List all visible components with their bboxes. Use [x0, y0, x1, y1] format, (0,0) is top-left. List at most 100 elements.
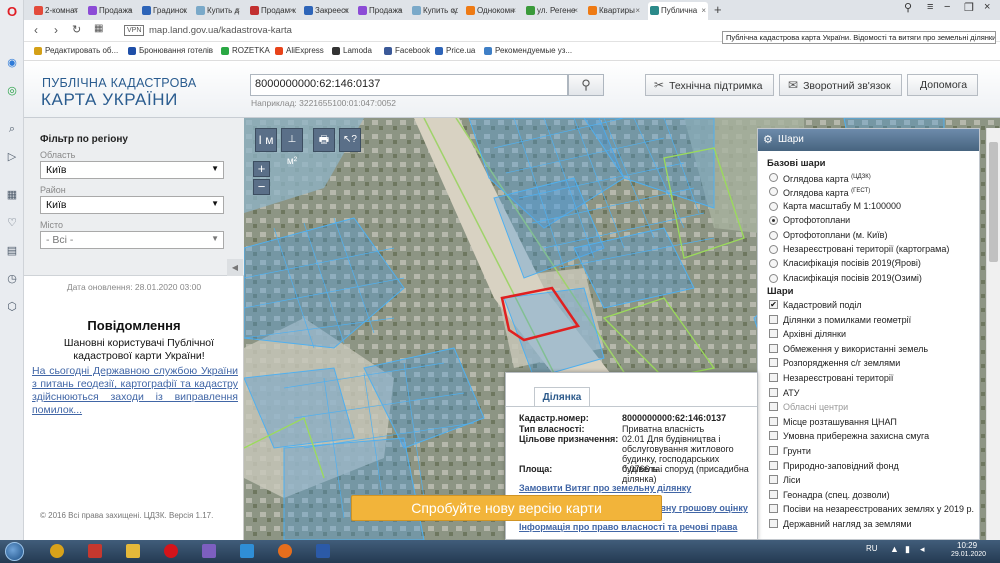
tabs-grid-icon[interactable]: ▦	[94, 23, 103, 34]
print-button[interactable]: 🖶	[313, 128, 335, 152]
chrome-taskbar-icon[interactable]	[40, 542, 74, 561]
menu-icon[interactable]: ≡	[927, 1, 933, 13]
checkbox[interactable]	[769, 446, 778, 455]
feedback-button[interactable]: ✉ Зворотний зв'язок	[779, 74, 902, 96]
history-icon[interactable]: ◷	[5, 272, 19, 286]
support-button[interactable]: ✂ Технічна підтримка	[645, 74, 774, 96]
overlay-layer-item[interactable]: Грунти	[769, 445, 811, 458]
heart-icon[interactable]: ♡	[5, 216, 19, 230]
base-layer-item[interactable]: Класифікація посівів 2019(Ярові)	[769, 257, 921, 270]
browser-tab[interactable]: Однокомн ×	[464, 2, 518, 20]
opera-taskbar-icon[interactable]	[154, 542, 188, 561]
tab-search-icon[interactable]: ⚲	[904, 1, 912, 14]
new-tab-button[interactable]: +	[714, 2, 722, 17]
checkbox[interactable]	[769, 504, 778, 514]
ownership-info-link[interactable]: Інформація про право власності та речові…	[519, 522, 737, 532]
overlay-layer-item[interactable]: Державний нагляд за землями	[769, 518, 912, 531]
tab-parcel[interactable]: Ділянка	[534, 387, 590, 407]
measure-length-button[interactable]: I м	[255, 128, 277, 152]
checkbox[interactable]	[769, 343, 778, 353]
base-layer-item[interactable]: Карта масштабу М 1:100000	[769, 200, 901, 213]
base-layer-item[interactable]: Незареєстровані території (картограма)	[769, 243, 949, 256]
overlay-layer-item[interactable]: Геонадра (спец. дозволи)	[769, 489, 890, 502]
bookmark-item[interactable]: Рекомендуемые уз...	[484, 46, 572, 55]
base-layer-item[interactable]: Класифікація посівів 2019(Озимі)	[769, 272, 922, 285]
overlay-layer-item[interactable]: Незареєстровані території	[769, 372, 893, 385]
explorer-taskbar-icon[interactable]	[116, 542, 150, 561]
browser-tab[interactable]: Купить од ×	[410, 2, 458, 20]
new-version-banner[interactable]: Спробуйте нову версію карти	[351, 495, 662, 521]
checkbox[interactable]	[769, 387, 778, 397]
overlay-layer-item[interactable]: Місце розташування ЦНАП	[769, 416, 897, 429]
opera-menu-icon[interactable]: O	[5, 5, 19, 19]
browser-tab[interactable]: Градинск ×	[140, 2, 188, 20]
forward-icon[interactable]: ›	[54, 23, 58, 37]
tab-close-icon[interactable]: ×	[181, 2, 186, 20]
base-layer-item[interactable]: Ортофотоплани (м. Київ)	[769, 229, 887, 242]
scrollbar-thumb[interactable]	[989, 142, 998, 262]
overlay-layer-item[interactable]: Ділянки з помилками геометрії	[769, 314, 911, 327]
base-layer-item[interactable]: Оглядова карта (ЦДЗК)	[769, 171, 871, 184]
browser-tab[interactable]: 2-комнат ×	[32, 2, 80, 20]
checkbox[interactable]	[769, 475, 778, 485]
radio-button[interactable]	[769, 201, 778, 211]
browser-tab[interactable]: Продажа ×	[356, 2, 404, 20]
layers-header[interactable]: ⚙ Шари	[758, 129, 979, 151]
overlay-layer-item[interactable]: Обмеження у використанні земель	[769, 343, 928, 356]
minimize-button[interactable]: −	[944, 1, 950, 13]
bookmark-item[interactable]: Редактировать об...	[34, 46, 118, 55]
search-icon[interactable]: ⌕	[5, 122, 19, 136]
overlay-layer-item[interactable]: ✔ Кадастровий поділ	[769, 299, 862, 312]
overlay-layer-item[interactable]: Розпорядження с/г землями	[769, 357, 900, 370]
measure-area-button[interactable]: ⊥ м²	[281, 128, 303, 167]
cadastre-search-input[interactable]: 8000000000:62:146:0137	[250, 74, 568, 96]
tab-close-icon[interactable]: ×	[511, 2, 516, 20]
radio-button[interactable]	[769, 273, 778, 283]
whatsapp-icon[interactable]: ◎	[5, 84, 19, 98]
messenger-icon[interactable]: ◉	[5, 56, 19, 70]
tab-close-icon[interactable]: ×	[235, 2, 240, 20]
raion-select[interactable]: Київ ▼	[40, 196, 224, 214]
news-icon[interactable]: ▤	[5, 244, 19, 258]
page-scrollbar[interactable]	[986, 128, 1000, 540]
tray-arrow-icon[interactable]: ▲	[890, 544, 899, 554]
language-indicator[interactable]: RU	[866, 544, 878, 553]
bookmark-item[interactable]: Lamoda	[332, 46, 372, 55]
oblast-select[interactable]: Київ ▼	[40, 161, 224, 179]
browser-tab[interactable]: Закрееск ×	[302, 2, 350, 20]
tab-close-icon[interactable]: ×	[343, 2, 348, 20]
url-input[interactable]: map.land.gov.ua/kadastrova-karta	[149, 25, 292, 36]
checkbox[interactable]	[769, 358, 778, 368]
browser-tab[interactable]: Продажа ×	[86, 2, 134, 20]
browser-tab[interactable]: Продам к ×	[248, 2, 296, 20]
radio-button[interactable]	[769, 259, 778, 269]
browser-tab[interactable]: Квартиры ×	[586, 2, 642, 20]
bookmark-item[interactable]: AliExpress	[275, 46, 324, 55]
word-taskbar-icon[interactable]	[306, 542, 340, 561]
checkbox[interactable]	[769, 329, 778, 339]
base-layer-item[interactable]: Оглядова карта (ГЕСТ)	[769, 185, 870, 198]
base-layer-item[interactable]: Ортофотоплани	[769, 214, 850, 227]
tab-close-icon[interactable]: ×	[397, 2, 402, 20]
ie-taskbar-icon[interactable]	[230, 542, 264, 561]
collapse-panel-icon[interactable]: ◀	[227, 259, 243, 276]
radio-button[interactable]	[769, 187, 778, 197]
viber-taskbar-icon[interactable]	[192, 542, 226, 561]
checkbox[interactable]	[769, 460, 778, 470]
bookmark-item[interactable]: Facebook	[384, 46, 430, 55]
tab-close-icon[interactable]: ×	[701, 2, 706, 20]
zoom-in-button[interactable]: +	[253, 161, 270, 177]
zoom-out-button[interactable]: −	[253, 179, 270, 195]
checkbox[interactable]	[769, 402, 778, 412]
clock-time[interactable]: 10:29	[957, 541, 977, 550]
overlay-layer-item[interactable]: Посіви на незареєстрованих землях у 2019…	[769, 503, 974, 516]
volume-icon[interactable]: ◂	[920, 544, 925, 555]
tab-close-icon[interactable]: ×	[573, 2, 578, 20]
checkbox[interactable]	[769, 416, 778, 426]
tab-close-icon[interactable]: ×	[451, 2, 456, 20]
help-button[interactable]: Допомога	[907, 74, 978, 96]
clock-date[interactable]: 29.01.2020	[951, 551, 986, 558]
misto-select[interactable]: - Всі - ▼	[40, 231, 224, 249]
identify-button[interactable]: ↖?	[339, 128, 361, 152]
start-button[interactable]	[5, 542, 24, 561]
